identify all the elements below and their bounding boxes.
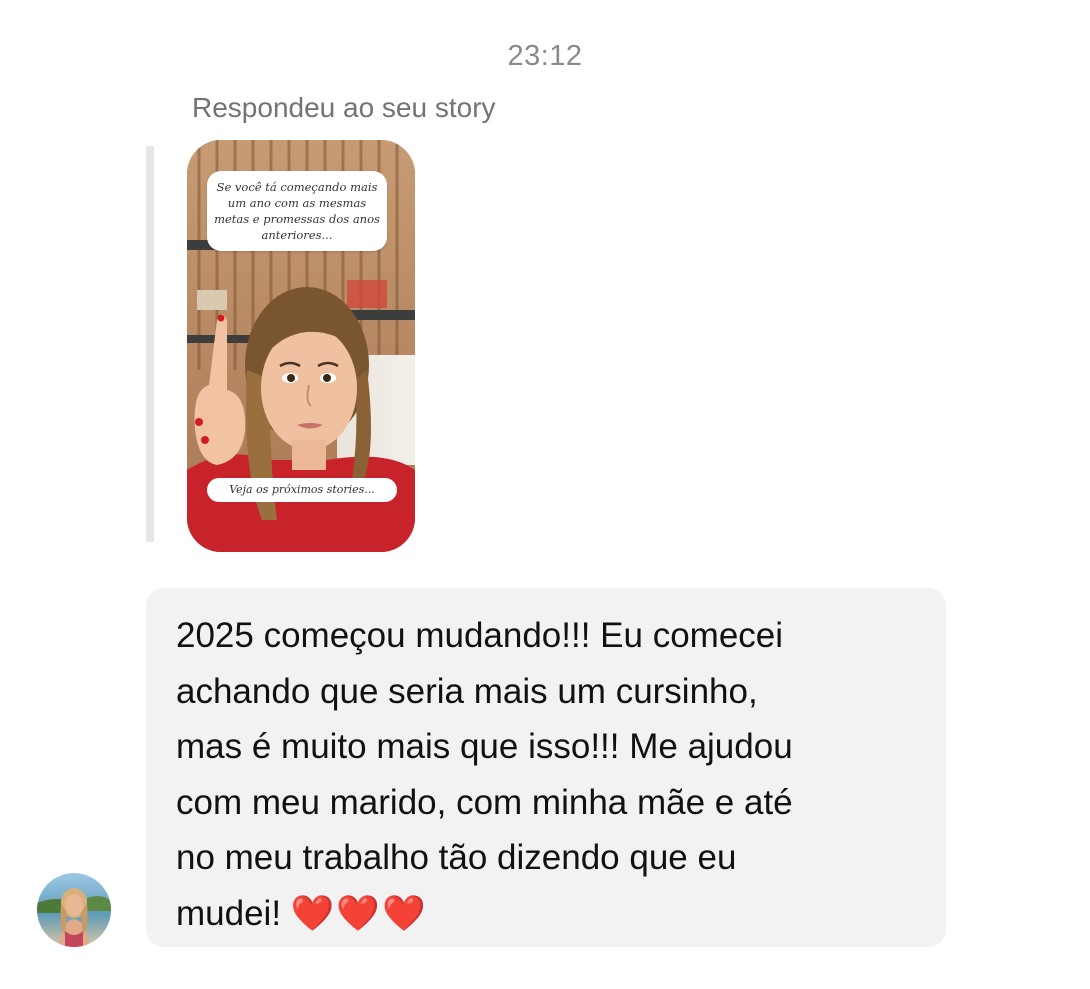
sender-avatar[interactable] [37, 873, 111, 947]
message-line: no meu trabalho tão dizendo que eu [176, 838, 737, 877]
story-caption-text: Se você tá começando mais um ano com as … [207, 171, 387, 251]
story-thumbnail[interactable]: Se você tá começando mais um ano com as … [187, 140, 415, 552]
message-line: achando que seria mais um cursinho, [176, 671, 758, 711]
message-line-text: mudei! [176, 893, 282, 933]
message-bubble[interactable]: 2025 começou mudando!!! Eu comecei achan… [146, 588, 946, 947]
message-line: com meu marido, com minha mãe e até [176, 782, 793, 822]
reply-indicator-bar [146, 146, 154, 542]
message-timestamp: 23:12 [507, 40, 583, 72]
message-line: 2025 começou mudando!!! Eu comecei [176, 616, 784, 655]
message-line-last: mudei! ❤️❤️❤️ [176, 886, 916, 942]
message-text: 2025 começou mudando!!! Eu comecei achan… [176, 608, 916, 941]
heart-emoji-icons: ❤️❤️❤️ [290, 893, 428, 933]
story-footer-text: Veja os próximos stories... [207, 478, 397, 502]
message-line: mas é muito mais que isso!!! Me ajudou [176, 727, 793, 766]
avatar-photo-icon [37, 873, 111, 947]
story-reply-label: Respondeu ao seu story [192, 92, 496, 123]
